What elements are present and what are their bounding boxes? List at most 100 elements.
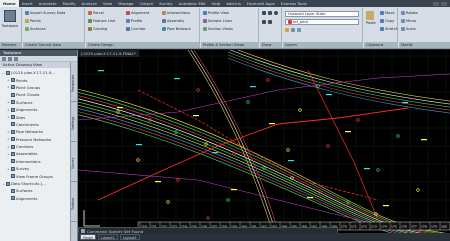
- tab-survey[interactable]: Survey: [156, 0, 176, 7]
- tree-node[interactable]: View Frame Groups: [0, 172, 77, 179]
- tree-node[interactable]: Catchments: [0, 121, 77, 128]
- mirror-button[interactable]: Mirror: [401, 19, 417, 23]
- points-button[interactable]: Points: [25, 19, 41, 23]
- annotation-mark: [269, 123, 275, 125]
- layout-tab-layout2[interactable]: Layout2: [119, 234, 140, 240]
- expand-toggle[interactable]: +: [7, 137, 10, 141]
- toolspace-button[interactable]: Toolspace: [2, 10, 18, 35]
- intersections-button[interactable]: Intersections: [162, 11, 190, 15]
- expand-toggle[interactable]: −: [2, 182, 5, 186]
- sample-lines-button[interactable]: Sample Lines: [203, 19, 232, 23]
- options-icon[interactable]: [14, 56, 18, 61]
- annotation-mark: [155, 181, 161, 183]
- tree-node[interactable]: − J-0125 plan-Y-17-11-9...: [0, 69, 77, 76]
- rotate-button[interactable]: Rotate: [401, 11, 418, 15]
- surfaces-button[interactable]: Surfaces: [25, 27, 46, 31]
- stretch-button[interactable]: Stretch: [380, 27, 398, 31]
- tree-node[interactable]: + Assemblies: [0, 150, 77, 157]
- tree-node[interactable]: + Pressure Networks: [0, 136, 77, 143]
- tree-node[interactable]: + Points: [0, 76, 77, 83]
- side-tab-toolbox[interactable]: Toolbox: [71, 186, 78, 222]
- tree-node[interactable]: Alignments: [0, 195, 77, 202]
- layer-properties-button[interactable]: [285, 28, 289, 32]
- model-space-canvas[interactable]: 1501511521531541551561571581591601611621…: [78, 50, 450, 233]
- arc-icon: [262, 20, 266, 24]
- tab-analyze[interactable]: Analyze: [79, 0, 100, 7]
- layer-freeze-button[interactable]: [297, 28, 301, 32]
- grading-button[interactable]: Grading: [88, 27, 107, 31]
- expand-toggle[interactable]: −: [2, 71, 5, 75]
- side-tab-prospector[interactable]: Prospector: [71, 66, 78, 102]
- expand-toggle[interactable]: +: [7, 78, 10, 82]
- arc-tool[interactable]: [262, 20, 266, 24]
- circle-tool[interactable]: [274, 11, 278, 15]
- tab-help[interactable]: Help: [208, 0, 223, 7]
- tab-featured-apps[interactable]: Featured Apps: [244, 0, 278, 7]
- expand-toggle[interactable]: +: [7, 85, 10, 89]
- move-button[interactable]: Move: [380, 11, 395, 15]
- tab-express-tools[interactable]: Express Tools: [278, 0, 310, 7]
- side-tab-settings[interactable]: Settings: [71, 106, 78, 142]
- import-survey-button[interactable]: Import Survey Data: [25, 11, 65, 15]
- layer-off-button[interactable]: [291, 28, 295, 32]
- tree-node[interactable]: + Point Groups: [0, 84, 77, 91]
- tree-node[interactable]: + Survey: [0, 165, 77, 172]
- panel-title-draw: Draw: [260, 42, 281, 48]
- tree-node[interactable]: + Alignments: [0, 106, 77, 113]
- tab-autodesk-360[interactable]: Autodesk 360: [176, 0, 209, 7]
- tree-node[interactable]: Surfaces: [0, 187, 77, 194]
- assembly-button[interactable]: Assembly: [162, 19, 184, 23]
- corridor-button[interactable]: Corridor: [126, 27, 146, 31]
- profile-view-button[interactable]: Profile View: [203, 11, 229, 15]
- scale-button[interactable]: Scale: [401, 27, 416, 31]
- line-tool[interactable]: [262, 11, 266, 15]
- tree-node[interactable]: + Surfaces: [0, 99, 77, 106]
- tree-node[interactable]: + Sites: [0, 113, 77, 120]
- tree-node[interactable]: − Data Shortcuts [...: [0, 180, 77, 187]
- expand-toggle[interactable]: +: [7, 100, 10, 104]
- view-icon[interactable]: [2, 56, 6, 61]
- tree-node-label: Intersections: [16, 158, 41, 164]
- side-tab-survey[interactable]: Survey: [71, 146, 78, 182]
- tab-output[interactable]: Output: [137, 0, 157, 7]
- copy-button[interactable]: Copy: [380, 19, 394, 23]
- tree-node[interactable]: Intersections: [0, 158, 77, 165]
- tab-annotate[interactable]: Annotate: [36, 0, 60, 7]
- expand-toggle[interactable]: +: [7, 115, 10, 119]
- expand-toggle[interactable]: +: [7, 130, 10, 134]
- layer-dropdown[interactable]: tof_pmd: [285, 19, 359, 25]
- tree-node[interactable]: + Pipe Networks: [0, 128, 77, 135]
- tab-view[interactable]: View: [100, 0, 115, 7]
- expand-toggle[interactable]: +: [7, 145, 10, 149]
- minimize-icon[interactable]: [433, 1, 439, 6]
- pipe-network-button[interactable]: Pipe Network: [162, 27, 191, 31]
- expand-toggle[interactable]: +: [7, 167, 10, 171]
- expand-toggle[interactable]: +: [7, 152, 10, 156]
- tree-node-label: Point Groups: [16, 84, 41, 90]
- tab-add-ins[interactable]: Add-ins: [223, 0, 244, 7]
- feature-line-button[interactable]: Feature Line: [88, 19, 115, 23]
- tab-modify[interactable]: Modify: [60, 0, 79, 7]
- expand-toggle[interactable]: +: [7, 108, 10, 112]
- tree-node[interactable]: + Corridors: [0, 143, 77, 150]
- tree-node[interactable]: Point Clouds: [0, 91, 77, 98]
- tab-home[interactable]: Home: [0, 0, 19, 7]
- tab-insert[interactable]: Insert: [19, 0, 36, 7]
- parcel-button[interactable]: Parcel: [88, 11, 104, 15]
- collection-icon: [11, 151, 15, 156]
- profile-button[interactable]: Profile: [126, 19, 142, 23]
- restore-icon[interactable]: [441, 1, 447, 6]
- tree-node-label: Alignments: [16, 107, 38, 113]
- layer-state-dropdown[interactable]: Unsaved Layer State: [285, 11, 359, 17]
- alignment-button[interactable]: Alignment: [126, 11, 149, 15]
- layout-tab-model[interactable]: Model: [80, 234, 97, 240]
- station-label: 175: [391, 225, 397, 229]
- layout-tab-layout1[interactable]: Layout1: [98, 234, 118, 240]
- polyline-tool[interactable]: [268, 11, 272, 15]
- refresh-icon[interactable]: [8, 56, 12, 61]
- paste-button[interactable]: Paste: [366, 11, 376, 25]
- drawing-tab-title[interactable]: J-0125 plan-Y-17-11-9-FINAL*: [78, 50, 139, 57]
- tab-manage[interactable]: Manage: [115, 0, 136, 7]
- section-views-button[interactable]: Section Views: [203, 27, 233, 31]
- rectangle-tool[interactable]: [268, 20, 272, 24]
